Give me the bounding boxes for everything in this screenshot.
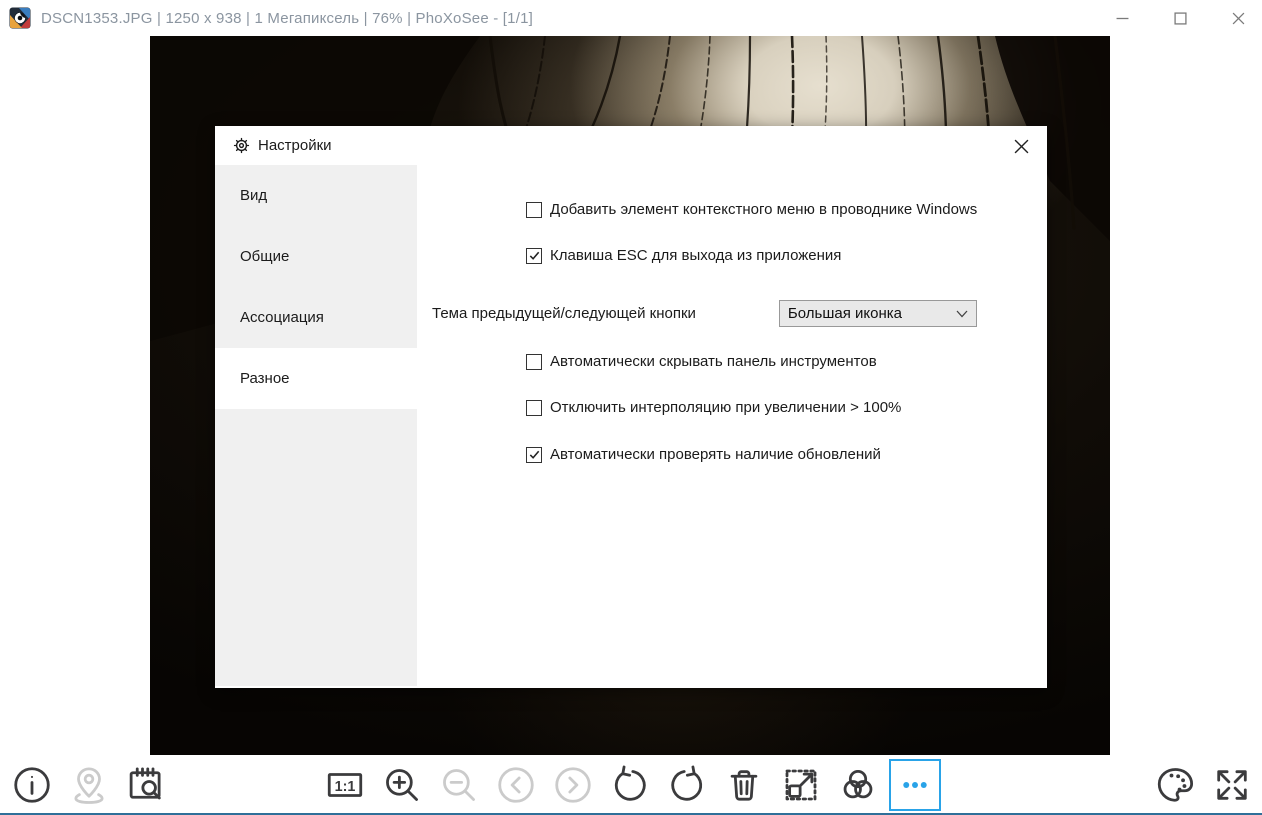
option-label: Добавить элемент контекстного меню в про… bbox=[550, 201, 978, 218]
next-icon bbox=[547, 759, 599, 811]
tab-label: Общие bbox=[240, 248, 290, 265]
settings-sidebar: Вид Общие Ассоциация Разное bbox=[215, 165, 417, 687]
dialog-close-icon[interactable] bbox=[1010, 135, 1032, 157]
maximize-button[interactable] bbox=[1168, 6, 1192, 30]
tab-misc[interactable]: Разное bbox=[215, 348, 417, 409]
delete-icon[interactable] bbox=[718, 759, 770, 811]
info-icon[interactable] bbox=[6, 759, 58, 811]
zoom-in-icon[interactable] bbox=[376, 759, 428, 811]
chevron-down-icon bbox=[956, 310, 968, 318]
tab-label: Вид bbox=[240, 187, 268, 204]
checkbox-check-updates[interactable] bbox=[526, 446, 542, 463]
option-context-menu: Добавить элемент контекстного меню в про… bbox=[526, 201, 977, 218]
option-nav-button-theme: Тема предыдущей/следующей кнопки Большая… bbox=[432, 300, 977, 327]
toolbar-group-center: 1:1 bbox=[319, 759, 941, 811]
option-label: Автоматически проверять наличие обновлен… bbox=[550, 446, 881, 463]
toolbar-group-left bbox=[6, 759, 172, 811]
dialog-title: Настройки bbox=[258, 136, 332, 154]
minimize-button[interactable] bbox=[1110, 6, 1134, 30]
window-controls bbox=[1110, 0, 1250, 36]
zoom-out-icon bbox=[433, 759, 485, 811]
rotate-left-icon[interactable] bbox=[604, 759, 656, 811]
more-icon[interactable] bbox=[889, 759, 941, 811]
geolocation-icon bbox=[63, 759, 115, 811]
tab-label: Разное bbox=[240, 370, 290, 387]
app-logo-icon bbox=[9, 7, 31, 29]
bottom-toolbar: 1:1 bbox=[0, 755, 1262, 815]
settings-dialog: Настройки Вид Общие Ассоциация Разное До… bbox=[215, 126, 1047, 688]
previous-icon bbox=[490, 759, 542, 811]
resize-icon[interactable] bbox=[775, 759, 827, 811]
option-label: Отключить интерполяцию при увеличении > … bbox=[550, 399, 902, 416]
nav-theme-select[interactable]: Большая иконка bbox=[778, 300, 977, 327]
toolbar-group-right bbox=[1149, 759, 1258, 811]
option-check-updates: Автоматически проверять наличие обновлен… bbox=[526, 446, 881, 463]
checkbox-esc-exit[interactable] bbox=[526, 247, 542, 264]
settings-dialog-header: Настройки bbox=[215, 126, 1047, 164]
close-button[interactable] bbox=[1226, 6, 1250, 30]
tab-general[interactable]: Общие bbox=[215, 226, 417, 287]
tab-label: Ассоциация bbox=[240, 309, 324, 326]
settings-pane: Добавить элемент контекстного меню в про… bbox=[417, 163, 1047, 688]
option-esc-exit: Клавиша ESC для выхода из приложения bbox=[526, 247, 841, 264]
tab-view[interactable]: Вид bbox=[215, 165, 417, 226]
actual-size-icon[interactable]: 1:1 bbox=[319, 759, 371, 811]
gear-icon bbox=[233, 137, 250, 153]
window-title: DSCN1353.JPG | 1250 x 938 | 1 Мегапиксел… bbox=[41, 9, 533, 27]
viewer-area: Настройки Вид Общие Ассоциация Разное До… bbox=[0, 36, 1262, 755]
exif-search-icon[interactable] bbox=[120, 759, 172, 811]
option-disable-interpolation: Отключить интерполяцию при увеличении > … bbox=[526, 399, 901, 416]
option-label: Автоматически скрывать панель инструмент… bbox=[550, 353, 877, 370]
sidebar-filler bbox=[215, 409, 417, 686]
tab-association[interactable]: Ассоциация bbox=[215, 287, 417, 348]
palette-icon[interactable] bbox=[1149, 759, 1201, 811]
select-value: Большая иконка bbox=[787, 305, 902, 322]
option-label: Клавиша ESC для выхода из приложения bbox=[550, 247, 842, 264]
rotate-right-icon[interactable] bbox=[661, 759, 713, 811]
option-label: Тема предыдущей/следующей кнопки bbox=[432, 305, 696, 322]
fullscreen-icon[interactable] bbox=[1206, 759, 1258, 811]
option-autohide-toolbar: Автоматически скрывать панель инструмент… bbox=[526, 353, 877, 370]
titlebar: DSCN1353.JPG | 1250 x 938 | 1 Мегапиксел… bbox=[0, 0, 1262, 36]
checkbox-disable-interpolation[interactable] bbox=[526, 399, 542, 416]
app-window: DSCN1353.JPG | 1250 x 938 | 1 Мегапиксел… bbox=[0, 0, 1262, 815]
svg-text:1:1: 1:1 bbox=[335, 779, 356, 795]
checkbox-autohide-toolbar[interactable] bbox=[526, 353, 542, 370]
color-adjust-icon[interactable] bbox=[832, 759, 884, 811]
checkbox-context-menu[interactable] bbox=[526, 201, 542, 218]
